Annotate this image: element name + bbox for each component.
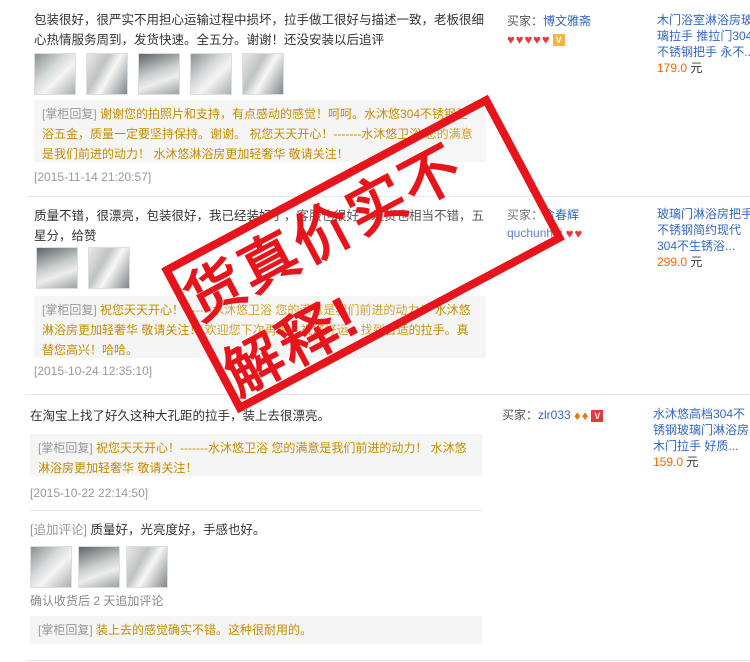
review-3: 在淘宝上找了好久这种大孔距的拉手，装上去很漂亮。 [掌柜回复] 祝您天天开心！-… (0, 396, 750, 662)
buyer-label: 买家： (507, 14, 544, 28)
product-price: 179.0 (657, 61, 688, 75)
review-photo[interactable] (138, 53, 180, 95)
review-divider (26, 394, 750, 395)
buyer-info: 买家：zlr033 ♦ ♦ V (502, 406, 642, 424)
price-unit: 元 (686, 455, 699, 469)
price-unit: 元 (690, 255, 703, 269)
review-photo[interactable] (126, 546, 168, 588)
reply-tag: [掌柜回复] (38, 441, 93, 455)
review-photo[interactable] (78, 546, 120, 588)
review-photo[interactable] (30, 546, 72, 588)
reply-tag: [掌柜回复] (42, 303, 97, 317)
buyer-name[interactable]: zlr033 (538, 408, 571, 422)
review-divider (26, 660, 750, 661)
product-price: 159.0 (653, 455, 684, 469)
append-divider (30, 510, 482, 511)
append-label: [追加评论] (30, 523, 87, 537)
review-photo[interactable] (190, 53, 232, 95)
review-photo[interactable] (36, 247, 78, 289)
review-photo[interactable] (88, 247, 130, 289)
review-content: 在淘宝上找了好久这种大孔距的拉手，装上去很漂亮。 (30, 409, 331, 423)
vip-badge-icon: V (591, 409, 604, 422)
reply-text: 祝您天天开心！-------水沐悠卫浴 您的满意是我们前进的动力！ 水沐悠淋浴房… (38, 441, 467, 475)
vip-badge-icon: V (552, 33, 565, 46)
buyer-label: 买家： (502, 408, 539, 422)
product-info: 木门浴室淋浴房玻璃拉手 推拉门304不锈钢把手 永不... 179.0 元 (657, 12, 750, 76)
buyer-credit-diamonds-icon: ♦ ♦ (574, 408, 589, 424)
append-review: [追加评论] 质量好，光亮度好，手感也好。 (30, 520, 480, 540)
buyer-name[interactable]: 博文雅斋 (543, 14, 591, 28)
reply-tag: [掌柜回复] (38, 623, 93, 637)
review-photos (36, 247, 130, 289)
buyer-info: 买家：博文雅斋 ♥ ♥ ♥ ♥ ♥ V (507, 12, 637, 48)
append-note: 确认收货后 2 天追加评论 (30, 594, 164, 608)
product-info: 玻璃门淋浴房把手不锈钢简约现代 304不生锈浴... 299.0 元 (657, 206, 750, 270)
review-date: [2015-11-14 21:20:57] (34, 170, 152, 184)
review-photo[interactable] (242, 53, 284, 95)
review-photo[interactable] (34, 53, 76, 95)
product-title[interactable]: 水沐悠高档304不锈钢玻璃门淋浴房木门拉手 好质... (653, 407, 749, 453)
product-price: 299.0 (657, 255, 688, 269)
product-info: 水沐悠高档304不锈钢玻璃门淋浴房木门拉手 好质... 159.0 元 (653, 406, 750, 470)
review-date: [2015-10-24 12:35:10] (34, 364, 153, 378)
review-photos (34, 53, 284, 95)
seller-reply: [掌柜回复] 祝您天天开心！-------水沐悠卫浴 您的满意是我们前进的动力！… (30, 434, 482, 476)
price-unit: 元 (690, 61, 703, 75)
append-text: 质量好，光亮度好，手感也好。 (90, 523, 266, 537)
review-photo[interactable] (86, 53, 128, 95)
reply-text: 装上去的感觉确实不错。这种很耐用的。 (96, 623, 313, 637)
append-seller-reply: [掌柜回复] 装上去的感觉确实不错。这种很耐用的。 (30, 616, 482, 644)
product-title[interactable]: 木门浴室淋浴房玻璃拉手 推拉门304不锈钢把手 永不... (657, 13, 750, 59)
review-content: 包装很好，很严实不用担心运输过程中损坏，拉手做工很好与描述一致，老板很细心热情服… (34, 13, 485, 47)
buyer-credit-hearts-icon: ♥ ♥ ♥ ♥ ♥ (507, 32, 550, 48)
buyer-credit-hearts-icon: ♥ ♥ (565, 226, 583, 242)
review-date: [2015-10-22 22:14:50] (30, 486, 149, 500)
reply-tag: [掌柜回复] (42, 107, 97, 121)
append-photos (30, 546, 168, 588)
product-title[interactable]: 玻璃门淋浴房把手不锈钢简约现代 304不生锈浴... (657, 207, 750, 253)
